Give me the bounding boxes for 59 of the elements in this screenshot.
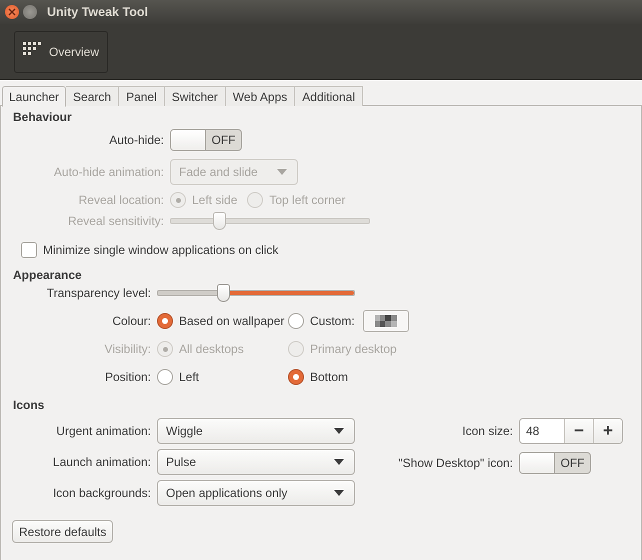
- field-label: Visibility:: [104, 342, 151, 356]
- checkbox-label: Minimize single window applications on click: [43, 243, 278, 257]
- tab[interactable]: Switcher: [164, 86, 226, 106]
- minimize-icon[interactable]: [23, 5, 37, 19]
- radio-label: Custom:: [310, 314, 355, 328]
- section-heading: Behaviour: [13, 110, 73, 124]
- radio-label: Top left corner: [269, 193, 346, 207]
- field-label: Icon backgrounds:: [52, 486, 151, 500]
- restore-defaults-button[interactable]: Restore defaults: [12, 520, 114, 543]
- field-label: Launch animation:: [52, 455, 151, 469]
- tab[interactable]: Panel: [119, 86, 165, 106]
- section-heading: Icons: [13, 398, 46, 412]
- overview-button[interactable]: Overview: [14, 30, 108, 72]
- radio-label: Based on wallpaper: [179, 314, 284, 328]
- field-label: Reveal location:: [78, 193, 164, 207]
- dropdown[interactable]: Pulse: [157, 449, 355, 475]
- radio-label: Left side: [192, 193, 238, 207]
- decrement-button[interactable]: −: [564, 419, 593, 443]
- grid-icon: [23, 42, 43, 56]
- radio-button[interactable]: [157, 369, 173, 385]
- radio-label: Bottom: [310, 370, 348, 384]
- close-icon[interactable]: [5, 5, 19, 19]
- radio-button[interactable]: [157, 313, 173, 329]
- increment-button[interactable]: +: [593, 419, 622, 443]
- tab[interactable]: Web Apps: [226, 86, 296, 106]
- toggle-switch[interactable]: OFF: [170, 129, 242, 151]
- dropdown-arrow-icon: [277, 169, 287, 175]
- field-label: Auto-hide:: [108, 133, 164, 147]
- color-button[interactable]: [362, 310, 409, 332]
- dropdown[interactable]: Wiggle: [157, 418, 355, 444]
- tab[interactable]: Additional: [295, 86, 363, 106]
- field-label: Position:: [104, 370, 151, 384]
- slider[interactable]: [157, 284, 355, 302]
- field-label: Icon size:: [461, 424, 513, 438]
- radio-label: Left: [179, 370, 200, 384]
- radio-button[interactable]: [288, 369, 304, 385]
- spin-box[interactable]: 48 − +: [519, 418, 623, 444]
- radio-label: All desktops: [179, 342, 244, 356]
- radio-button[interactable]: [288, 313, 304, 329]
- tab[interactable]: Search: [66, 86, 120, 106]
- field-label: Transparency level:: [46, 286, 151, 300]
- dropdown-arrow-icon: [334, 428, 344, 434]
- checkbox[interactable]: [21, 242, 37, 258]
- spin-value: 48: [525, 423, 540, 440]
- field-label: Auto-hide animation:: [52, 165, 164, 179]
- window-title: Unity Tweak Tool: [47, 5, 148, 19]
- toggle-switch[interactable]: OFF: [519, 452, 591, 474]
- slider-thumb[interactable]: [217, 284, 230, 302]
- field-label: Urgent animation:: [55, 424, 151, 438]
- dropdown-arrow-icon: [334, 459, 344, 465]
- field-label: "Show Desktop" icon:: [397, 456, 513, 470]
- section-heading: Appearance: [13, 268, 83, 282]
- tab[interactable]: Launcher: [2, 86, 66, 107]
- field-label: Colour:: [111, 314, 151, 328]
- radio-label: Primary desktop: [310, 342, 397, 356]
- field-label: Reveal sensitivity:: [66, 214, 164, 228]
- dropdown-arrow-icon: [334, 490, 344, 496]
- dropdown[interactable]: Open applications only: [157, 480, 355, 506]
- color-swatch-icon: [374, 315, 397, 327]
